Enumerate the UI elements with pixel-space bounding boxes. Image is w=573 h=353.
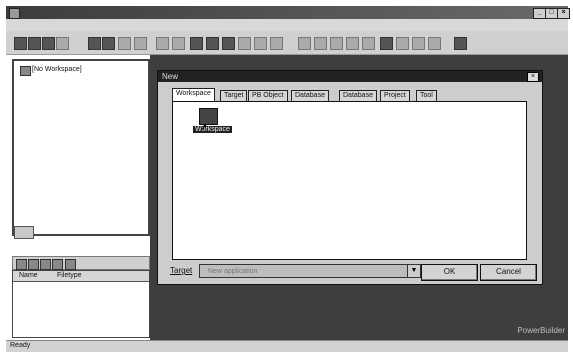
cut-icon[interactable] (156, 37, 169, 50)
target-label: Target (170, 266, 193, 275)
print-icon[interactable] (56, 37, 69, 50)
exit-icon[interactable] (454, 37, 467, 50)
build-icon[interactable] (270, 37, 283, 50)
run-icon[interactable] (238, 37, 251, 50)
app-icon (9, 8, 20, 19)
grid-icon[interactable] (118, 37, 131, 50)
new-icon[interactable] (14, 37, 27, 50)
properties-icon[interactable] (134, 37, 147, 50)
tab-pane: Workspace ➚ (172, 101, 527, 260)
toolbar (6, 31, 568, 55)
status-text: Ready (10, 342, 31, 349)
dialog-title: New (162, 72, 179, 81)
workspace-icon (20, 66, 31, 76)
tree-root-node[interactable]: [No Workspace] (32, 66, 82, 73)
column-header-filetype[interactable]: Filetype (57, 272, 82, 279)
status-bar: Ready (6, 340, 568, 352)
debug-icon[interactable] (254, 37, 267, 50)
workspace-item-label[interactable]: Workspace (193, 126, 232, 133)
cancel-button[interactable]: Cancel (480, 264, 537, 281)
output-icon-3[interactable] (40, 259, 51, 270)
tool-icon-9[interactable] (428, 37, 441, 50)
save-icon[interactable] (42, 37, 55, 50)
new-dialog: New × Workspace Target PB Object Databas… (157, 70, 543, 285)
target-select[interactable]: New application ▼ (199, 264, 421, 278)
tree-tab[interactable] (14, 226, 34, 239)
ok-button[interactable]: OK (421, 264, 478, 281)
database-icon[interactable] (222, 37, 235, 50)
library-icon[interactable] (206, 37, 219, 50)
output-icon-1[interactable] (16, 259, 27, 270)
dialog-close-button[interactable]: × (527, 72, 539, 82)
output-list[interactable]: Name Filetype (12, 270, 150, 338)
tool-icon-3[interactable] (330, 37, 343, 50)
tool-icon-6[interactable] (380, 37, 393, 50)
output-icon-4[interactable] (52, 259, 63, 270)
workspace-tree[interactable]: [No Workspace] (12, 59, 150, 236)
tool-icon-8[interactable] (412, 37, 425, 50)
close-button[interactable]: × (557, 8, 570, 19)
watermark: PowerBuilder (517, 326, 565, 335)
close-pane-icon[interactable] (65, 259, 76, 270)
window-icon[interactable] (88, 37, 101, 50)
copy-icon[interactable] (172, 37, 185, 50)
tool-icon-7[interactable] (396, 37, 409, 50)
menu-bar (6, 19, 568, 31)
tool-icon-5[interactable] (362, 37, 375, 50)
tool-icon-2[interactable] (314, 37, 327, 50)
output-list-header: Name Filetype (13, 271, 149, 282)
chevron-down-icon[interactable]: ▼ (407, 265, 420, 277)
output-icon-2[interactable] (28, 259, 39, 270)
output-toolbar (12, 256, 150, 270)
tool-icon-4[interactable] (346, 37, 359, 50)
target-select-value: New application (208, 268, 258, 275)
column-header-name[interactable]: Name (19, 272, 38, 279)
tool-icon-1[interactable] (298, 37, 311, 50)
layout-icon[interactable] (102, 37, 115, 50)
window-title-bar: _ □ × (6, 6, 570, 19)
paste-icon[interactable] (190, 37, 203, 50)
dialog-title-bar: New × (158, 71, 542, 82)
mouse-cursor-icon: ➚ (200, 122, 208, 132)
open-icon[interactable] (28, 37, 41, 50)
